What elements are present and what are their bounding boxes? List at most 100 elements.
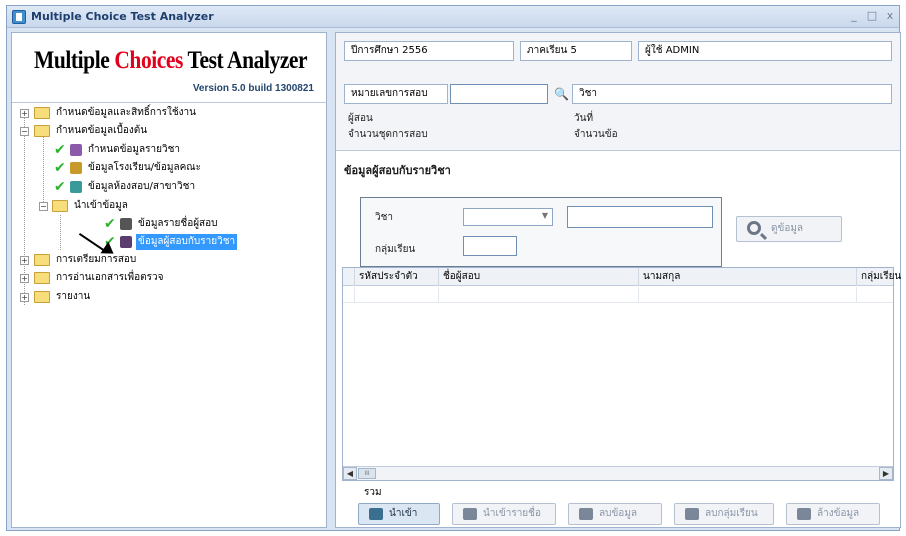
tree-label: ข้อมูลรายชื่อผู้สอบ xyxy=(138,218,218,229)
tree-item-document-reading[interactable]: + การอ่านเอกสารเพื่อตรวจ xyxy=(12,270,322,286)
title-bar: Multiple Choice Test Analyzer _ □ x xyxy=(7,6,899,28)
tree-label: กำหนดข้อมูลรายวิชา xyxy=(88,144,181,155)
tree-item-basic-settings[interactable]: − กำหนดข้อมูลเบื้องต้น xyxy=(12,123,322,139)
logo-part-3: Test Analyzer xyxy=(182,47,308,74)
folder-open-icon xyxy=(34,125,50,137)
filter-subject-label: วิชา xyxy=(375,212,394,223)
user: ผู้ใช้ ADMIN xyxy=(638,41,892,61)
exam-number-input[interactable] xyxy=(450,84,548,104)
horizontal-scrollbar[interactable]: ◀ III ▶ xyxy=(343,466,893,480)
delete-group-icon xyxy=(685,508,699,520)
subject-display: วิชา xyxy=(572,84,892,104)
delete-data-button[interactable]: ลบข้อมูล xyxy=(568,503,662,525)
term: ภาคเรียน 5 xyxy=(520,41,632,61)
column-header-surname[interactable]: นามสกุล xyxy=(639,268,857,286)
import-icon xyxy=(369,508,383,520)
group-input[interactable] xyxy=(463,236,517,256)
tree-item-school-data[interactable]: ✔ ข้อมูลโรงเรียน/ข้อมูลคณะ xyxy=(12,160,322,176)
filter-box: วิชา ▼ กลุ่มเรียน xyxy=(360,197,722,267)
scroll-thumb[interactable]: III xyxy=(358,468,376,479)
column-header-name[interactable]: ชื่อผู้สอบ xyxy=(439,268,639,286)
tree-label: รายงาน xyxy=(56,291,91,302)
delete-icon xyxy=(579,508,593,520)
person-icon xyxy=(120,218,132,230)
logo-part-2: Choices xyxy=(114,47,183,74)
checkmark-icon: ✔ xyxy=(54,160,66,176)
folder-open-icon xyxy=(52,200,68,212)
tree-item-subject-data[interactable]: ✔ กำหนดข้อมูลรายวิชา xyxy=(12,142,322,158)
grid-header: รหัสประจำตัว ชื่อผู้สอบ นามสกุล กลุ่มเรี… xyxy=(343,268,901,286)
tree-label: การเตรียมการสอบ xyxy=(56,254,137,265)
tree-item-exam-preparation[interactable]: + การเตรียมการสอบ xyxy=(12,252,322,268)
delete-group-label: ลบกลุ่มเรียน xyxy=(705,508,758,519)
table-cell[interactable] xyxy=(355,287,439,303)
tree-label: ข้อมูลห้องสอบ/สาขาวิชา xyxy=(88,181,196,192)
clear-icon xyxy=(797,508,811,520)
import-names-icon xyxy=(463,508,477,520)
row-selector[interactable] xyxy=(343,287,355,303)
clear-data-label: ล้างข้อมูล xyxy=(817,508,860,519)
import-button[interactable]: นำเข้า xyxy=(358,503,440,525)
view-data-button[interactable]: ดูข้อมูล xyxy=(736,216,842,242)
view-data-label: ดูข้อมูล xyxy=(771,223,804,234)
collapse-icon[interactable]: − xyxy=(20,127,29,136)
building-icon xyxy=(70,162,82,174)
books-icon xyxy=(70,144,82,156)
scroll-right-icon[interactable]: ▶ xyxy=(879,467,893,480)
people-icon xyxy=(120,236,132,248)
section-title: ข้อมูลผู้สอบกับรายวิชา xyxy=(344,164,451,177)
subject-text-input[interactable] xyxy=(567,206,713,228)
tree-label: ข้อมูลโรงเรียน/ข้อมูลคณะ xyxy=(88,162,201,173)
import-names-button[interactable]: นำเข้ารายชื่อ xyxy=(452,503,556,525)
column-header-group[interactable]: กลุ่มเรียน xyxy=(857,268,901,286)
date-label: วันที่ xyxy=(574,113,594,124)
room-icon xyxy=(70,181,82,193)
column-header-id[interactable]: รหัสประจำตัว xyxy=(355,268,439,286)
navigation-panel: Multiple Choices Test Analyzer Version 5… xyxy=(11,32,327,528)
tree-item-examinee-subject[interactable]: ✔ ข้อมูลผู้สอบกับรายวิชา xyxy=(12,234,322,250)
tree-item-import-data[interactable]: − นำเข้าข้อมูล xyxy=(12,198,322,214)
teacher-label: ผู้สอน xyxy=(348,113,373,124)
table-cell[interactable] xyxy=(439,287,639,303)
version-label: Version 5.0 build 1300821 xyxy=(192,83,314,94)
import-label: นำเข้า xyxy=(389,508,418,519)
logo-part-1: Multiple xyxy=(33,47,115,74)
scroll-left-icon[interactable]: ◀ xyxy=(343,467,357,480)
filter-group-label: กลุ่มเรียน xyxy=(375,244,416,255)
checkmark-icon: ✔ xyxy=(104,216,116,232)
close-button[interactable]: x xyxy=(883,9,897,23)
chevron-down-icon[interactable]: ▼ xyxy=(542,211,548,220)
folder-icon xyxy=(34,272,50,284)
window-title: Multiple Choice Test Analyzer xyxy=(31,10,214,23)
maximize-button[interactable]: □ xyxy=(865,9,879,23)
expand-icon[interactable]: + xyxy=(20,109,29,118)
set-count-label: จำนวนชุดการสอบ xyxy=(348,129,428,140)
tree-label-selected: ข้อมูลผู้สอบกับรายวิชา xyxy=(136,234,238,250)
tree-item-room-data[interactable]: ✔ ข้อมูลห้องสอบ/สาขาวิชา xyxy=(12,179,322,195)
minimize-button[interactable]: _ xyxy=(847,9,861,23)
expand-icon[interactable]: + xyxy=(20,274,29,283)
tree-item-settings-rights[interactable]: + กำหนดข้อมูลและสิทธิ์การใช้งาน xyxy=(12,105,322,121)
expand-icon[interactable]: + xyxy=(20,256,29,265)
binoculars-icon[interactable]: 🔍 xyxy=(554,87,569,101)
item-count-label: จำนวนข้อ xyxy=(574,129,618,140)
tree-item-examinee-list[interactable]: ✔ ข้อมูลรายชื่อผู้สอบ xyxy=(12,216,322,232)
subject-dropdown[interactable]: ▼ xyxy=(463,208,553,226)
expand-icon[interactable]: + xyxy=(20,293,29,302)
table-row[interactable] xyxy=(343,287,893,303)
delete-group-button[interactable]: ลบกลุ่มเรียน xyxy=(674,503,774,525)
exam-number-label: หมายเลขการสอบ xyxy=(344,84,448,104)
clear-data-button[interactable]: ล้างข้อมูล xyxy=(786,503,880,525)
tree-label: นำเข้าข้อมูล xyxy=(74,200,128,211)
content-panel: ปีการศึกษา 2556 ภาคเรียน 5 ผู้ใช้ ADMIN … xyxy=(335,32,901,528)
collapse-icon[interactable]: − xyxy=(39,202,48,211)
tree-item-reports[interactable]: + รายงาน xyxy=(12,289,322,305)
tree-label: การอ่านเอกสารเพื่อตรวจ xyxy=(56,272,164,283)
exam-info-header: ปีการศึกษา 2556 ภาคเรียน 5 ผู้ใช้ ADMIN … xyxy=(336,33,900,151)
examinee-grid[interactable]: รหัสประจำตัว ชื่อผู้สอบ นามสกุล กลุ่มเรี… xyxy=(342,267,901,481)
delete-data-label: ลบข้อมูล xyxy=(599,508,638,519)
tree-label: กำหนดข้อมูลเบื้องต้น xyxy=(56,125,148,136)
tree-label: กำหนดข้อมูลและสิทธิ์การใช้งาน xyxy=(56,107,196,118)
academic-year: ปีการศึกษา 2556 xyxy=(344,41,514,61)
table-cell[interactable] xyxy=(639,287,857,303)
